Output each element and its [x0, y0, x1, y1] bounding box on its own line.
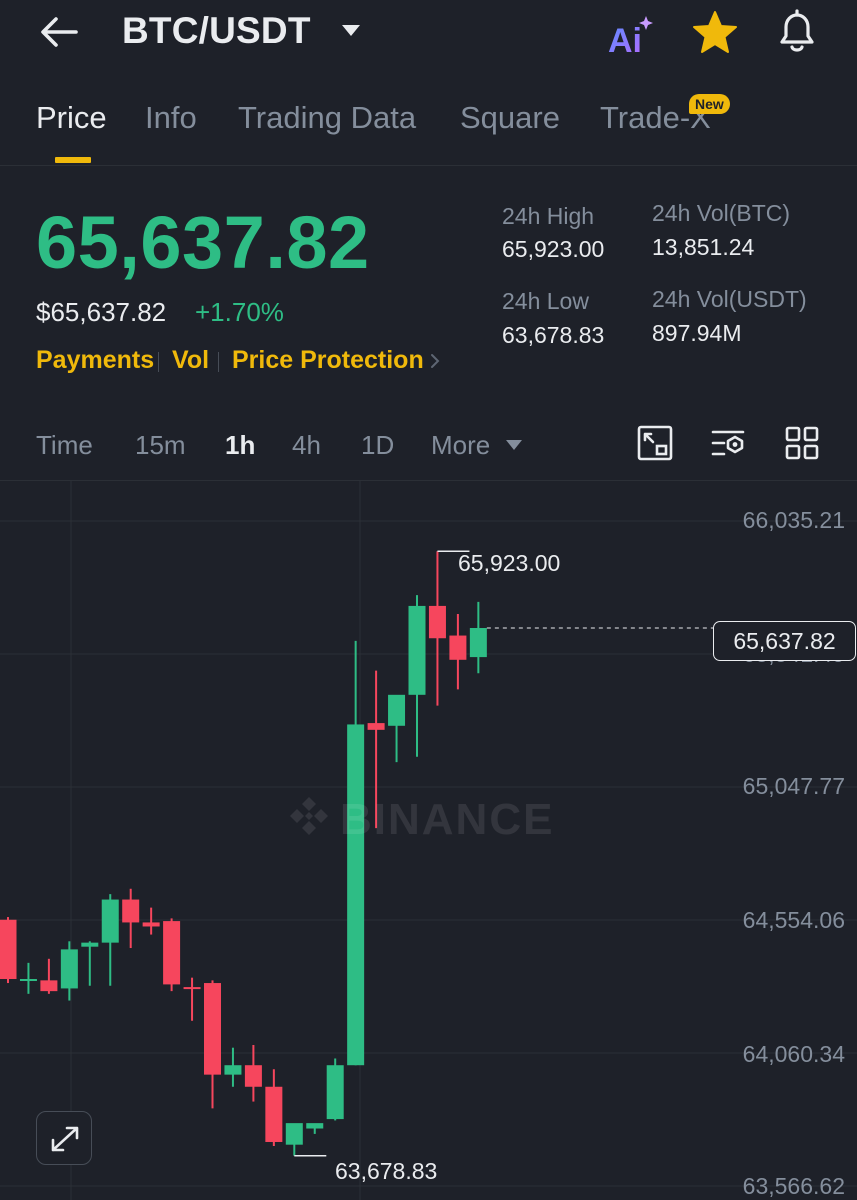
- interval-15m[interactable]: 15m: [135, 430, 186, 461]
- y-axis-tick: 66,035.21: [742, 507, 845, 533]
- chevron-right-icon[interactable]: [428, 352, 442, 370]
- candle-body: [40, 980, 58, 992]
- chevron-down-icon[interactable]: [505, 439, 523, 451]
- candlestick-chart[interactable]: BINANCE 66,035.21 65,541.49 65,047.77 64…: [0, 480, 857, 1200]
- stat-24h-vol-btc-label: 24h Vol(BTC): [652, 200, 791, 226]
- stat-24h-high-value: 65,923.00: [502, 236, 605, 262]
- tab-trading-data[interactable]: Trading Data: [238, 100, 416, 136]
- candle-body: [204, 983, 221, 1075]
- back-arrow-icon[interactable]: [36, 12, 84, 52]
- candle-body: [265, 1086, 283, 1142]
- candle-body: [306, 1123, 324, 1129]
- y-axis-tick: 64,060.34: [742, 1041, 845, 1067]
- current-price-label: 65,637.82: [713, 621, 856, 661]
- ai-icon[interactable]: Ai: [606, 14, 658, 58]
- fullscreen-button[interactable]: [36, 1111, 92, 1165]
- depth-chart-icon[interactable]: [636, 424, 674, 462]
- candle-body: [19, 979, 37, 982]
- binance-logo-icon: [290, 797, 328, 835]
- watermark: BINANCE: [286, 791, 576, 844]
- y-axis-tick: 65,047.77: [742, 773, 845, 799]
- tab-square[interactable]: Square: [460, 100, 560, 136]
- link-price-protection[interactable]: Price Protection: [232, 346, 424, 375]
- divider: [158, 352, 159, 372]
- divider: [218, 352, 219, 372]
- candle-body: [122, 899, 140, 923]
- new-badge: New: [689, 94, 730, 114]
- tab-info[interactable]: Info: [145, 100, 197, 136]
- interval-1d[interactable]: 1D: [361, 430, 394, 461]
- interval-time[interactable]: Time: [36, 430, 93, 461]
- candle-body: [449, 635, 467, 660]
- interval-4h[interactable]: 4h: [292, 430, 321, 461]
- candle-body: [428, 605, 446, 639]
- stat-24h-vol-btc-value: 13,851.24: [652, 234, 755, 260]
- tab-price[interactable]: Price: [36, 100, 107, 136]
- last-price: 65,637.82: [36, 201, 370, 284]
- candle-body: [0, 919, 17, 980]
- candle-body: [224, 1065, 242, 1075]
- high-price-label: 65,923.00: [458, 550, 561, 576]
- y-axis-tick: 64,554.06: [742, 907, 845, 933]
- candle-body: [183, 987, 201, 990]
- candle-body: [163, 921, 181, 985]
- candle-body: [81, 942, 99, 947]
- indicator-settings-icon[interactable]: [710, 424, 748, 462]
- interval-bar: Time 15m 1h 4h 1D More: [0, 420, 857, 470]
- stat-24h-vol-usdt-label: 24h Vol(USDT): [652, 286, 807, 312]
- price-change-percent: +1.70%: [195, 297, 284, 327]
- interval-more[interactable]: More: [431, 430, 490, 461]
- stat-24h-low-value: 63,678.83: [502, 322, 605, 348]
- candle-body: [347, 724, 365, 1066]
- link-vol[interactable]: Vol: [172, 346, 209, 375]
- link-payments[interactable]: Payments: [36, 346, 154, 375]
- low-price-label: 63,678.83: [335, 1158, 438, 1184]
- svg-text:Ai: Ai: [608, 22, 642, 58]
- candle-body: [469, 628, 487, 658]
- stat-24h-high-label: 24h High: [502, 203, 595, 229]
- candle-body: [285, 1123, 303, 1145]
- candle-body: [367, 723, 385, 730]
- pair-title[interactable]: BTC/USDT: [122, 10, 311, 52]
- stat-24h-vol-usdt-value: 897.94M: [652, 320, 742, 346]
- active-tab-indicator: [55, 157, 91, 163]
- candle-body: [326, 1065, 344, 1120]
- expand-icon: [51, 1126, 79, 1152]
- star-icon[interactable]: [690, 10, 740, 56]
- candle-body: [101, 899, 119, 943]
- candle-body: [408, 605, 426, 695]
- bell-icon[interactable]: [772, 8, 822, 56]
- candle-body: [142, 922, 160, 927]
- usd-price: $65,637.82: [36, 297, 167, 327]
- stat-24h-low-label: 24h Low: [502, 288, 589, 314]
- grid-layout-icon[interactable]: [783, 424, 821, 462]
- watermark-text: BINANCE: [340, 795, 555, 844]
- candle-body: [244, 1065, 262, 1087]
- candle-body: [388, 694, 406, 726]
- candle-body: [60, 949, 78, 989]
- chevron-down-icon[interactable]: [340, 22, 362, 38]
- y-axis-tick: 63,566.62: [742, 1173, 845, 1199]
- top-bar: BTC/USDT Ai: [0, 0, 857, 70]
- interval-1h[interactable]: 1h: [225, 430, 255, 461]
